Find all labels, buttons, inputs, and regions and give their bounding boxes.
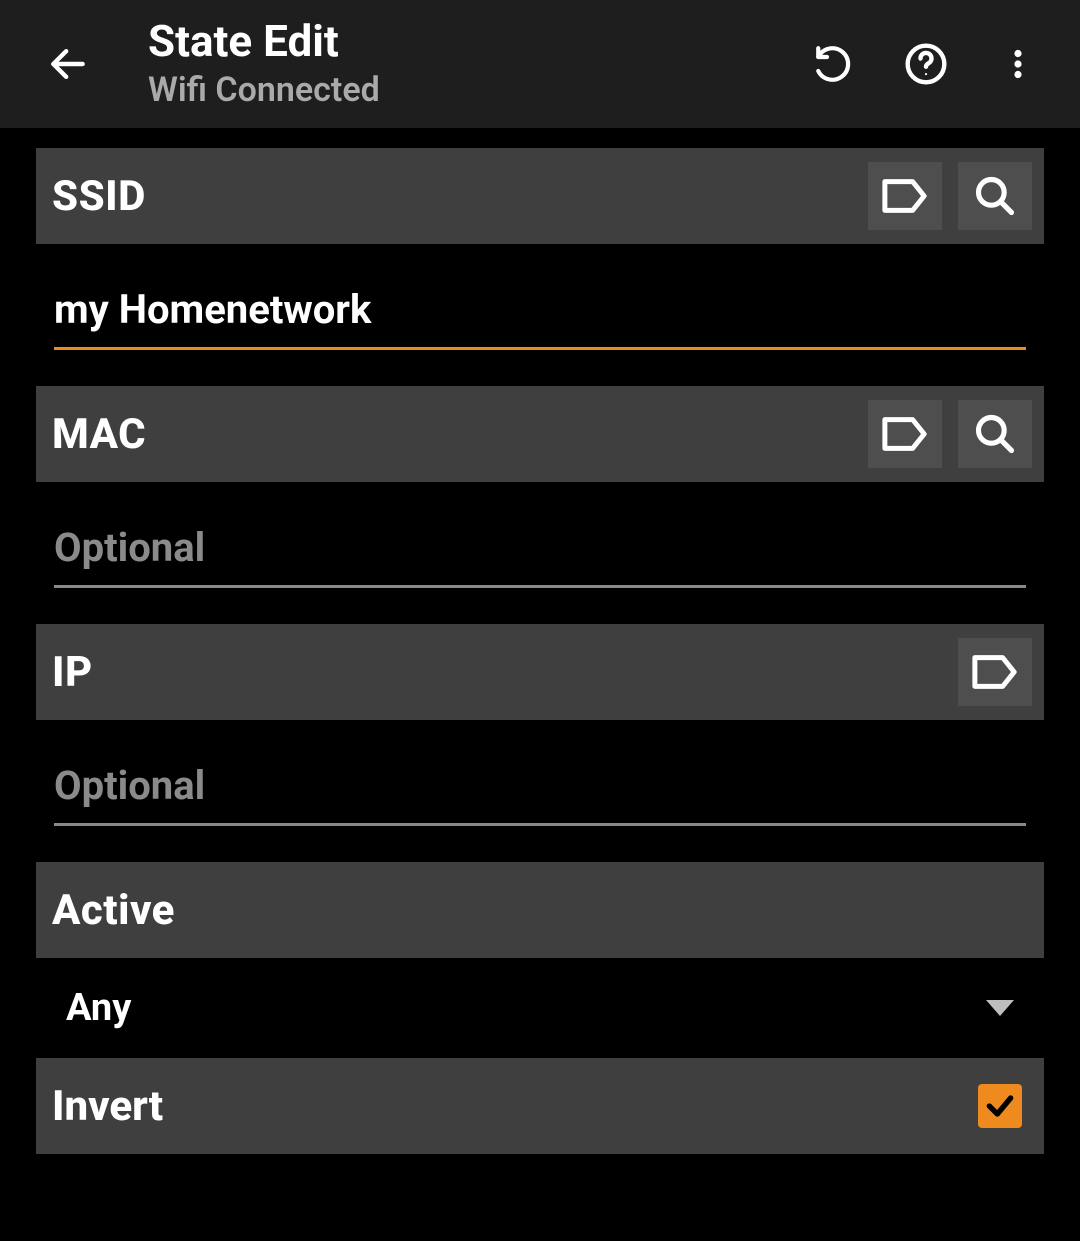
- more-button[interactable]: [986, 32, 1050, 96]
- app-bar-titles: State Edit Wifi Connected: [148, 17, 802, 112]
- tag-icon: [972, 654, 1018, 690]
- ip-header: IP: [36, 624, 1044, 720]
- mac-header-actions: [868, 400, 1032, 468]
- mac-search-button[interactable]: [958, 400, 1032, 468]
- active-header: Active: [36, 862, 1044, 958]
- invert-row[interactable]: Invert: [36, 1058, 1044, 1154]
- invert-label: Invert: [52, 1082, 978, 1131]
- ip-header-actions: [958, 638, 1032, 706]
- ssid-label: SSID: [52, 172, 868, 221]
- more-vertical-icon: [1000, 44, 1036, 84]
- help-button[interactable]: [894, 32, 958, 96]
- active-dropdown[interactable]: Any: [36, 958, 1044, 1058]
- ip-label: IP: [52, 648, 958, 697]
- page-subtitle: Wifi Connected: [148, 69, 802, 112]
- ip-input[interactable]: [54, 756, 1026, 826]
- active-value: Any: [66, 986, 986, 1030]
- ssid-header-actions: [868, 162, 1032, 230]
- invert-checkbox[interactable]: [978, 1084, 1022, 1128]
- ip-tag-button[interactable]: [958, 638, 1032, 706]
- page-title: State Edit: [148, 17, 802, 65]
- back-button[interactable]: [36, 32, 100, 96]
- mac-header: MAC: [36, 386, 1044, 482]
- app-bar: State Edit Wifi Connected: [0, 0, 1080, 128]
- tag-icon: [882, 178, 928, 214]
- chevron-down-icon: [986, 1000, 1014, 1016]
- active-label: Active: [52, 886, 1032, 935]
- check-icon: [984, 1090, 1016, 1122]
- undo-button[interactable]: [802, 32, 866, 96]
- ssid-search-button[interactable]: [958, 162, 1032, 230]
- mac-tag-button[interactable]: [868, 400, 942, 468]
- mac-label: MAC: [52, 410, 868, 459]
- app-bar-actions: [802, 32, 1050, 96]
- tag-icon: [882, 416, 928, 452]
- undo-icon: [813, 43, 855, 85]
- ssid-tag-button[interactable]: [868, 162, 942, 230]
- help-icon: [904, 42, 948, 86]
- ssid-input[interactable]: [54, 280, 1026, 350]
- mac-field-area: [36, 518, 1044, 624]
- ip-field-area: [36, 756, 1044, 862]
- search-icon: [973, 412, 1017, 456]
- ssid-header: SSID: [36, 148, 1044, 244]
- mac-input[interactable]: [54, 518, 1026, 588]
- search-icon: [973, 174, 1017, 218]
- content: SSID MAC: [0, 128, 1080, 1154]
- arrow-left-icon: [46, 42, 90, 86]
- ssid-field-area: [36, 280, 1044, 386]
